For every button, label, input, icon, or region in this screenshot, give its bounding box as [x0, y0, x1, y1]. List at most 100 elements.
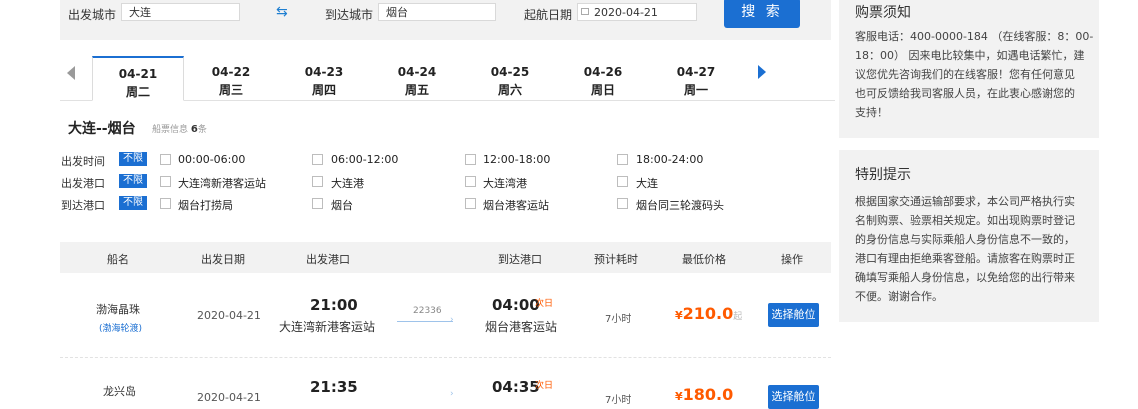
route-count-unit: 条 [197, 125, 207, 135]
col-dep-port: 出发港口 [306, 253, 350, 266]
special-tips-panel: 特别提示 根据国家交通运输部要求，本公司严格执行实 名制购票、验票相关规定。如出… [839, 150, 1099, 322]
tab-04-21[interactable]: 04-21 周二 [92, 56, 184, 101]
ship-name: 渤海晶珠 [96, 303, 140, 316]
filter-checkbox[interactable] [160, 154, 171, 165]
filter-option[interactable]: 大连港 [331, 175, 364, 191]
tab-04-25[interactable]: 04-25 周六 [464, 56, 556, 100]
filter-option[interactable]: 06:00-12:00 [331, 153, 398, 166]
arrival-port: 烟台港客运站 [485, 320, 558, 334]
arrival-time: 04:00 [492, 296, 540, 314]
to-city-input[interactable]: 烟台 [378, 3, 496, 21]
filter-option[interactable]: 大连湾港 [483, 175, 527, 191]
filter-option[interactable]: 大连 [636, 175, 658, 191]
col-arr-port: 到达港口 [498, 253, 542, 266]
filter-option[interactable]: 18:00-24:00 [636, 153, 703, 166]
filter-checkbox[interactable] [465, 176, 476, 187]
filter-checkbox[interactable] [617, 154, 628, 165]
duration: 7小时 [605, 395, 632, 406]
route-ticket-count: 船票信息 6条 [152, 122, 207, 135]
filter-option[interactable]: 大连湾新港客运站 [178, 175, 266, 191]
filter-nolimit-departure-port[interactable]: 不限 [119, 174, 147, 188]
notice-text: 客服电话：400-0000-184 （在线客服：8：00- 18：00） 因来电… [855, 27, 1095, 122]
search-button[interactable]: 搜 索 [724, 0, 800, 28]
departure-port: 大连湾新港客运站 [279, 320, 376, 334]
filter-option[interactable]: 烟台打捞局 [178, 197, 233, 213]
tab-04-23[interactable]: 04-23 周四 [278, 56, 370, 100]
filter-checkbox[interactable] [617, 176, 628, 187]
departure-date: 2020-04-21 [197, 309, 261, 322]
tab-04-27[interactable]: 04-27 周一 [650, 56, 742, 100]
tips-line: 名制购票、验票相关规定。如出现购票时登记 [855, 214, 1075, 227]
date-value: 2020-04-21 [594, 6, 658, 19]
select-cabin-button[interactable]: 选择舱位 [768, 303, 819, 327]
from-city-input[interactable]: 大连 [121, 3, 240, 21]
tab-date: 04-22 [211, 65, 251, 79]
filter-checkbox[interactable] [160, 198, 171, 209]
ticket-notice-panel: 购票须知 客服电话：400-0000-184 （在线客服：8：00- 18：00… [839, 0, 1099, 138]
tab-04-26[interactable]: 04-26 周日 [557, 56, 649, 100]
lowest-price: ¥180.0 [675, 385, 733, 404]
col-action: 操作 [781, 253, 803, 266]
date-input[interactable]: 2020-04-21 [577, 3, 697, 21]
ship-company: (渤海轮渡) [99, 324, 143, 334]
col-duration: 预计耗时 [594, 253, 638, 266]
tips-line: 确填写乘船人身份信息，以免给您的出行带来 [855, 271, 1075, 284]
filter-option[interactable]: 00:00-06:00 [178, 153, 245, 166]
filter-checkbox[interactable] [312, 154, 323, 165]
tab-weekday: 周四 [311, 83, 336, 97]
departure-time: 21:35 [310, 378, 358, 396]
lowest-price: ¥210.0起 [675, 304, 742, 323]
next-day-badge: 次日 [535, 299, 554, 309]
select-cabin-button[interactable]: 选择舱位 [768, 385, 819, 409]
tips-text: 根据国家交通运输部要求，本公司严格执行实 名制购票、验票相关规定。如出现购票时登… [855, 192, 1095, 306]
tips-line: 港口有理由拒绝乘客登船。请旅客在购票时正 [855, 252, 1075, 265]
from-city-label: 出发城市 [68, 8, 117, 22]
departure-date: 2020-04-21 [197, 391, 261, 404]
filter-checkbox[interactable] [312, 198, 323, 209]
filter-nolimit-arrival-port[interactable]: 不限 [119, 196, 147, 210]
filter-checkbox[interactable] [465, 154, 476, 165]
filter-label-departure-port: 出发港口 [61, 177, 105, 190]
next-day-badge: 次日 [535, 381, 554, 391]
tab-weekday: 周三 [218, 83, 243, 97]
tab-weekday: 周六 [497, 83, 522, 97]
filter-option[interactable]: 烟台港客运站 [483, 197, 549, 213]
notice-line: 支持！ [855, 106, 888, 119]
filter-nolimit-departure-time[interactable]: 不限 [119, 152, 147, 166]
price-value: 180.0 [682, 385, 734, 404]
tab-date: 04-23 [304, 65, 344, 79]
notice-title: 购票须知 [855, 5, 911, 21]
route-sub-label: 船票信息 [152, 125, 189, 135]
route-count: 6 [190, 124, 198, 135]
tab-04-22[interactable]: 04-22 周三 [185, 56, 277, 100]
row-divider [60, 357, 831, 358]
route-arrow-icon: › [450, 389, 454, 399]
duration: 7小时 [605, 314, 632, 325]
route-arrow-line [397, 321, 453, 322]
filter-checkbox[interactable] [617, 198, 628, 209]
filter-checkbox[interactable] [465, 198, 476, 209]
tab-weekday: 周五 [404, 83, 429, 97]
route-title: 大连--烟台 [68, 121, 136, 137]
filter-option[interactable]: 烟台同三轮渡码头 [636, 197, 724, 213]
next-dates-arrow-icon[interactable] [758, 65, 766, 79]
swap-cities-icon[interactable]: ⇆ [276, 5, 298, 19]
price-value: 210.0 [682, 304, 734, 323]
filter-checkbox[interactable] [312, 176, 323, 187]
tips-line: 的身份信息与实际乘船人身份信息不一致的， [855, 233, 1075, 246]
route-arrow-icon: › [450, 315, 454, 325]
table-header: 船名 出发日期 出发港口 到达港口 预计耗时 最低价格 操作 [60, 242, 831, 273]
filter-option[interactable]: 烟台 [331, 197, 353, 213]
tab-date: 04-21 [118, 67, 158, 81]
voyage-number: 22336 [413, 306, 442, 316]
tab-04-24[interactable]: 04-24 周五 [371, 56, 463, 100]
notice-line: 18：00） 因来电比较集中，如遇电话繁忙，建 [855, 49, 1085, 62]
date-label: 起航日期 [524, 8, 573, 22]
filter-checkbox[interactable] [160, 176, 171, 187]
notice-line: 议您优先咨询我们的在线客服！您有任何意见 [855, 68, 1075, 81]
filter-label-arrival-port: 到达港口 [61, 199, 105, 212]
filter-option[interactable]: 12:00-18:00 [483, 153, 550, 166]
tab-weekday: 周二 [125, 85, 150, 99]
tab-date: 04-24 [397, 65, 437, 79]
arrival-time: 04:35 [492, 378, 540, 396]
